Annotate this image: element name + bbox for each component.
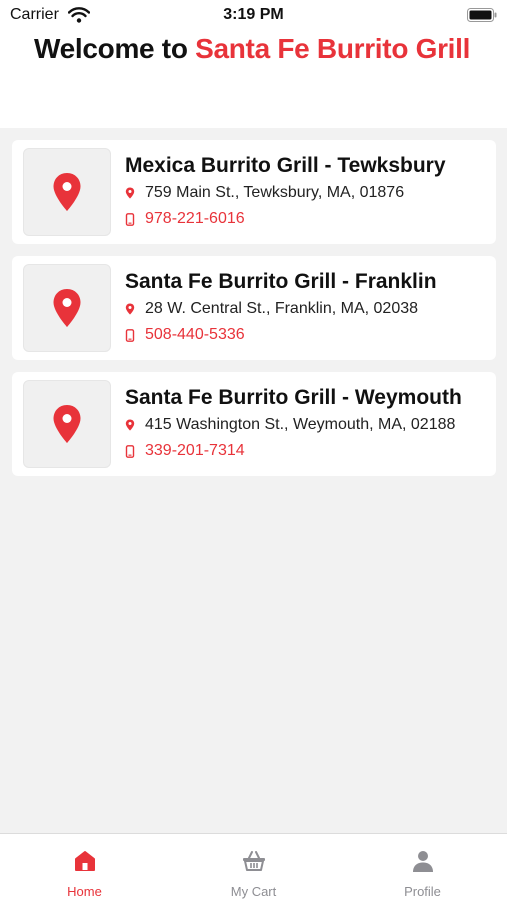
header: Welcome to Santa Fe Burrito Grill: [0, 30, 507, 128]
map-pin-icon: [53, 173, 81, 211]
tab-profile[interactable]: Profile: [338, 848, 507, 899]
location-phone-link[interactable]: 978-221-6016: [145, 207, 245, 231]
basket-icon: [242, 851, 265, 871]
location-card[interactable]: Mexica Burrito Grill - Tewksbury 759 Mai…: [12, 140, 496, 244]
tab-bar: Home My Cart Profile: [0, 833, 507, 901]
map-pin-icon: [53, 289, 81, 327]
location-phone-link[interactable]: 339-201-7314: [145, 439, 245, 463]
tab-home-label: Home: [67, 884, 102, 899]
location-name: Santa Fe Burrito Grill - Franklin: [125, 270, 437, 293]
welcome-prefix: Welcome to: [34, 33, 196, 64]
phone-icon: [125, 445, 135, 458]
person-icon: [412, 851, 433, 872]
phone-icon: [125, 213, 135, 226]
map-pin-icon: [53, 405, 81, 443]
location-card[interactable]: Santa Fe Burrito Grill - Franklin 28 W. …: [12, 256, 496, 360]
location-address: 28 W. Central St., Franklin, MA, 02038: [145, 300, 419, 317]
battery-icon: [467, 8, 497, 22]
status-bar: Carrier 3:19 PM: [0, 0, 507, 30]
location-name: Mexica Burrito Grill - Tewksbury: [125, 154, 446, 177]
location-thumbnail: [23, 380, 111, 468]
tab-my-cart[interactable]: My Cart: [169, 848, 338, 899]
location-address: 759 Main St., Tewksbury, MA, 01876: [145, 184, 405, 201]
location-name: Santa Fe Burrito Grill - Weymouth: [125, 386, 462, 409]
tab-my-cart-label: My Cart: [230, 884, 277, 899]
location-card[interactable]: Santa Fe Burrito Grill - Weymouth 415 Wa…: [12, 372, 496, 476]
home-icon: [74, 851, 95, 871]
location-phone-link[interactable]: 508-440-5336: [145, 323, 245, 347]
location-thumbnail: [23, 148, 111, 236]
tab-profile-label: Profile: [404, 884, 441, 899]
location-address: 415 Washington St., Weymouth, MA, 02188: [145, 416, 456, 433]
location-pin-icon: [125, 303, 135, 315]
brand-name: Santa Fe Burrito Grill: [195, 33, 471, 64]
clock: 3:19 PM: [223, 6, 284, 23]
location-pin-icon: [125, 419, 135, 431]
location-thumbnail: [23, 264, 111, 352]
location-pin-icon: [125, 187, 135, 199]
page-title: Welcome to Santa Fe Burrito Grill: [34, 30, 474, 68]
tab-home[interactable]: Home: [0, 848, 169, 899]
location-list: Mexica Burrito Grill - Tewksbury 759 Mai…: [12, 140, 496, 488]
phone-icon: [125, 329, 135, 342]
